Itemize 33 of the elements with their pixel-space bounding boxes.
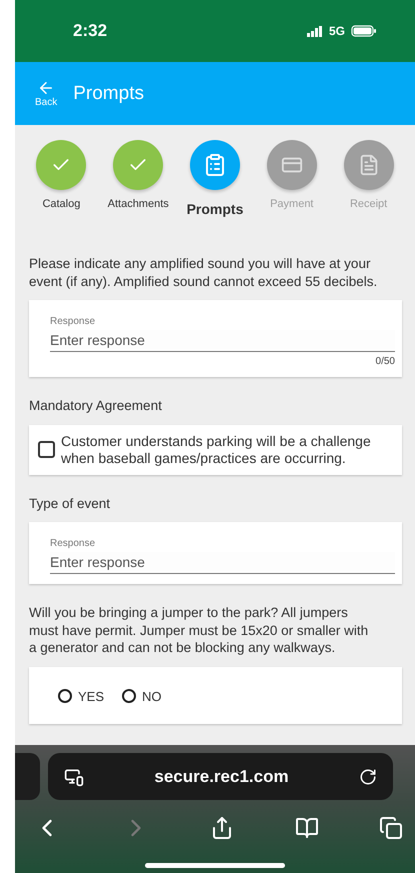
network-label: 5G (328, 24, 345, 38)
step-tab[interactable]: Prompts (176, 140, 254, 217)
response-field[interactable]: Response Enter response 0/50 (29, 300, 402, 377)
character-counter: 0/50 (374, 356, 395, 367)
page-title: Prompts (73, 82, 144, 104)
page-menu-icon[interactable] (64, 766, 84, 786)
prompt-question: Mandatory Agreement (29, 397, 163, 414)
agreement-text: Customer understands parking will be a challenge when baseball games/practices are occurring. (61, 432, 372, 466)
clock: 2:32 (73, 21, 108, 41)
tabs-button[interactable] (379, 816, 403, 840)
url-text: secure.rec1.com (154, 766, 289, 786)
radio-button[interactable] (58, 689, 72, 703)
prompt-question: Type of event (29, 494, 112, 512)
prompt-question: Will you be bringing a jumper to the park? All jumpers must have permit. Jumper must be 15x20 or smaller with a generator and can not be blocking any walkways. (29, 604, 370, 656)
prompt-question: Please indicate any amplified sound you will have at your event (if any). Amplified sound cannot exceed 55 decibels. (29, 255, 378, 290)
reload-icon[interactable] (358, 768, 377, 786)
signal-icon (306, 26, 323, 36)
checkbox[interactable] (38, 441, 55, 458)
share-icon (210, 816, 234, 840)
share-button[interactable] (210, 816, 234, 840)
tabs-icon (379, 816, 403, 840)
field-label: Response (49, 316, 96, 327)
battery-icon (351, 25, 377, 37)
field-label: Response (49, 538, 96, 549)
step-tab[interactable]: Attachments (100, 140, 177, 217)
radio-button[interactable] (122, 689, 136, 703)
book-icon (294, 816, 318, 840)
bookmarks-button[interactable] (294, 816, 318, 840)
option-label: NO (142, 688, 162, 704)
option-label: YES (78, 688, 104, 704)
response-field[interactable]: Response Enter response (29, 522, 402, 584)
step-tab[interactable]: Catalog (23, 140, 100, 217)
address-bar[interactable]: secure.rec1.com (48, 753, 393, 800)
